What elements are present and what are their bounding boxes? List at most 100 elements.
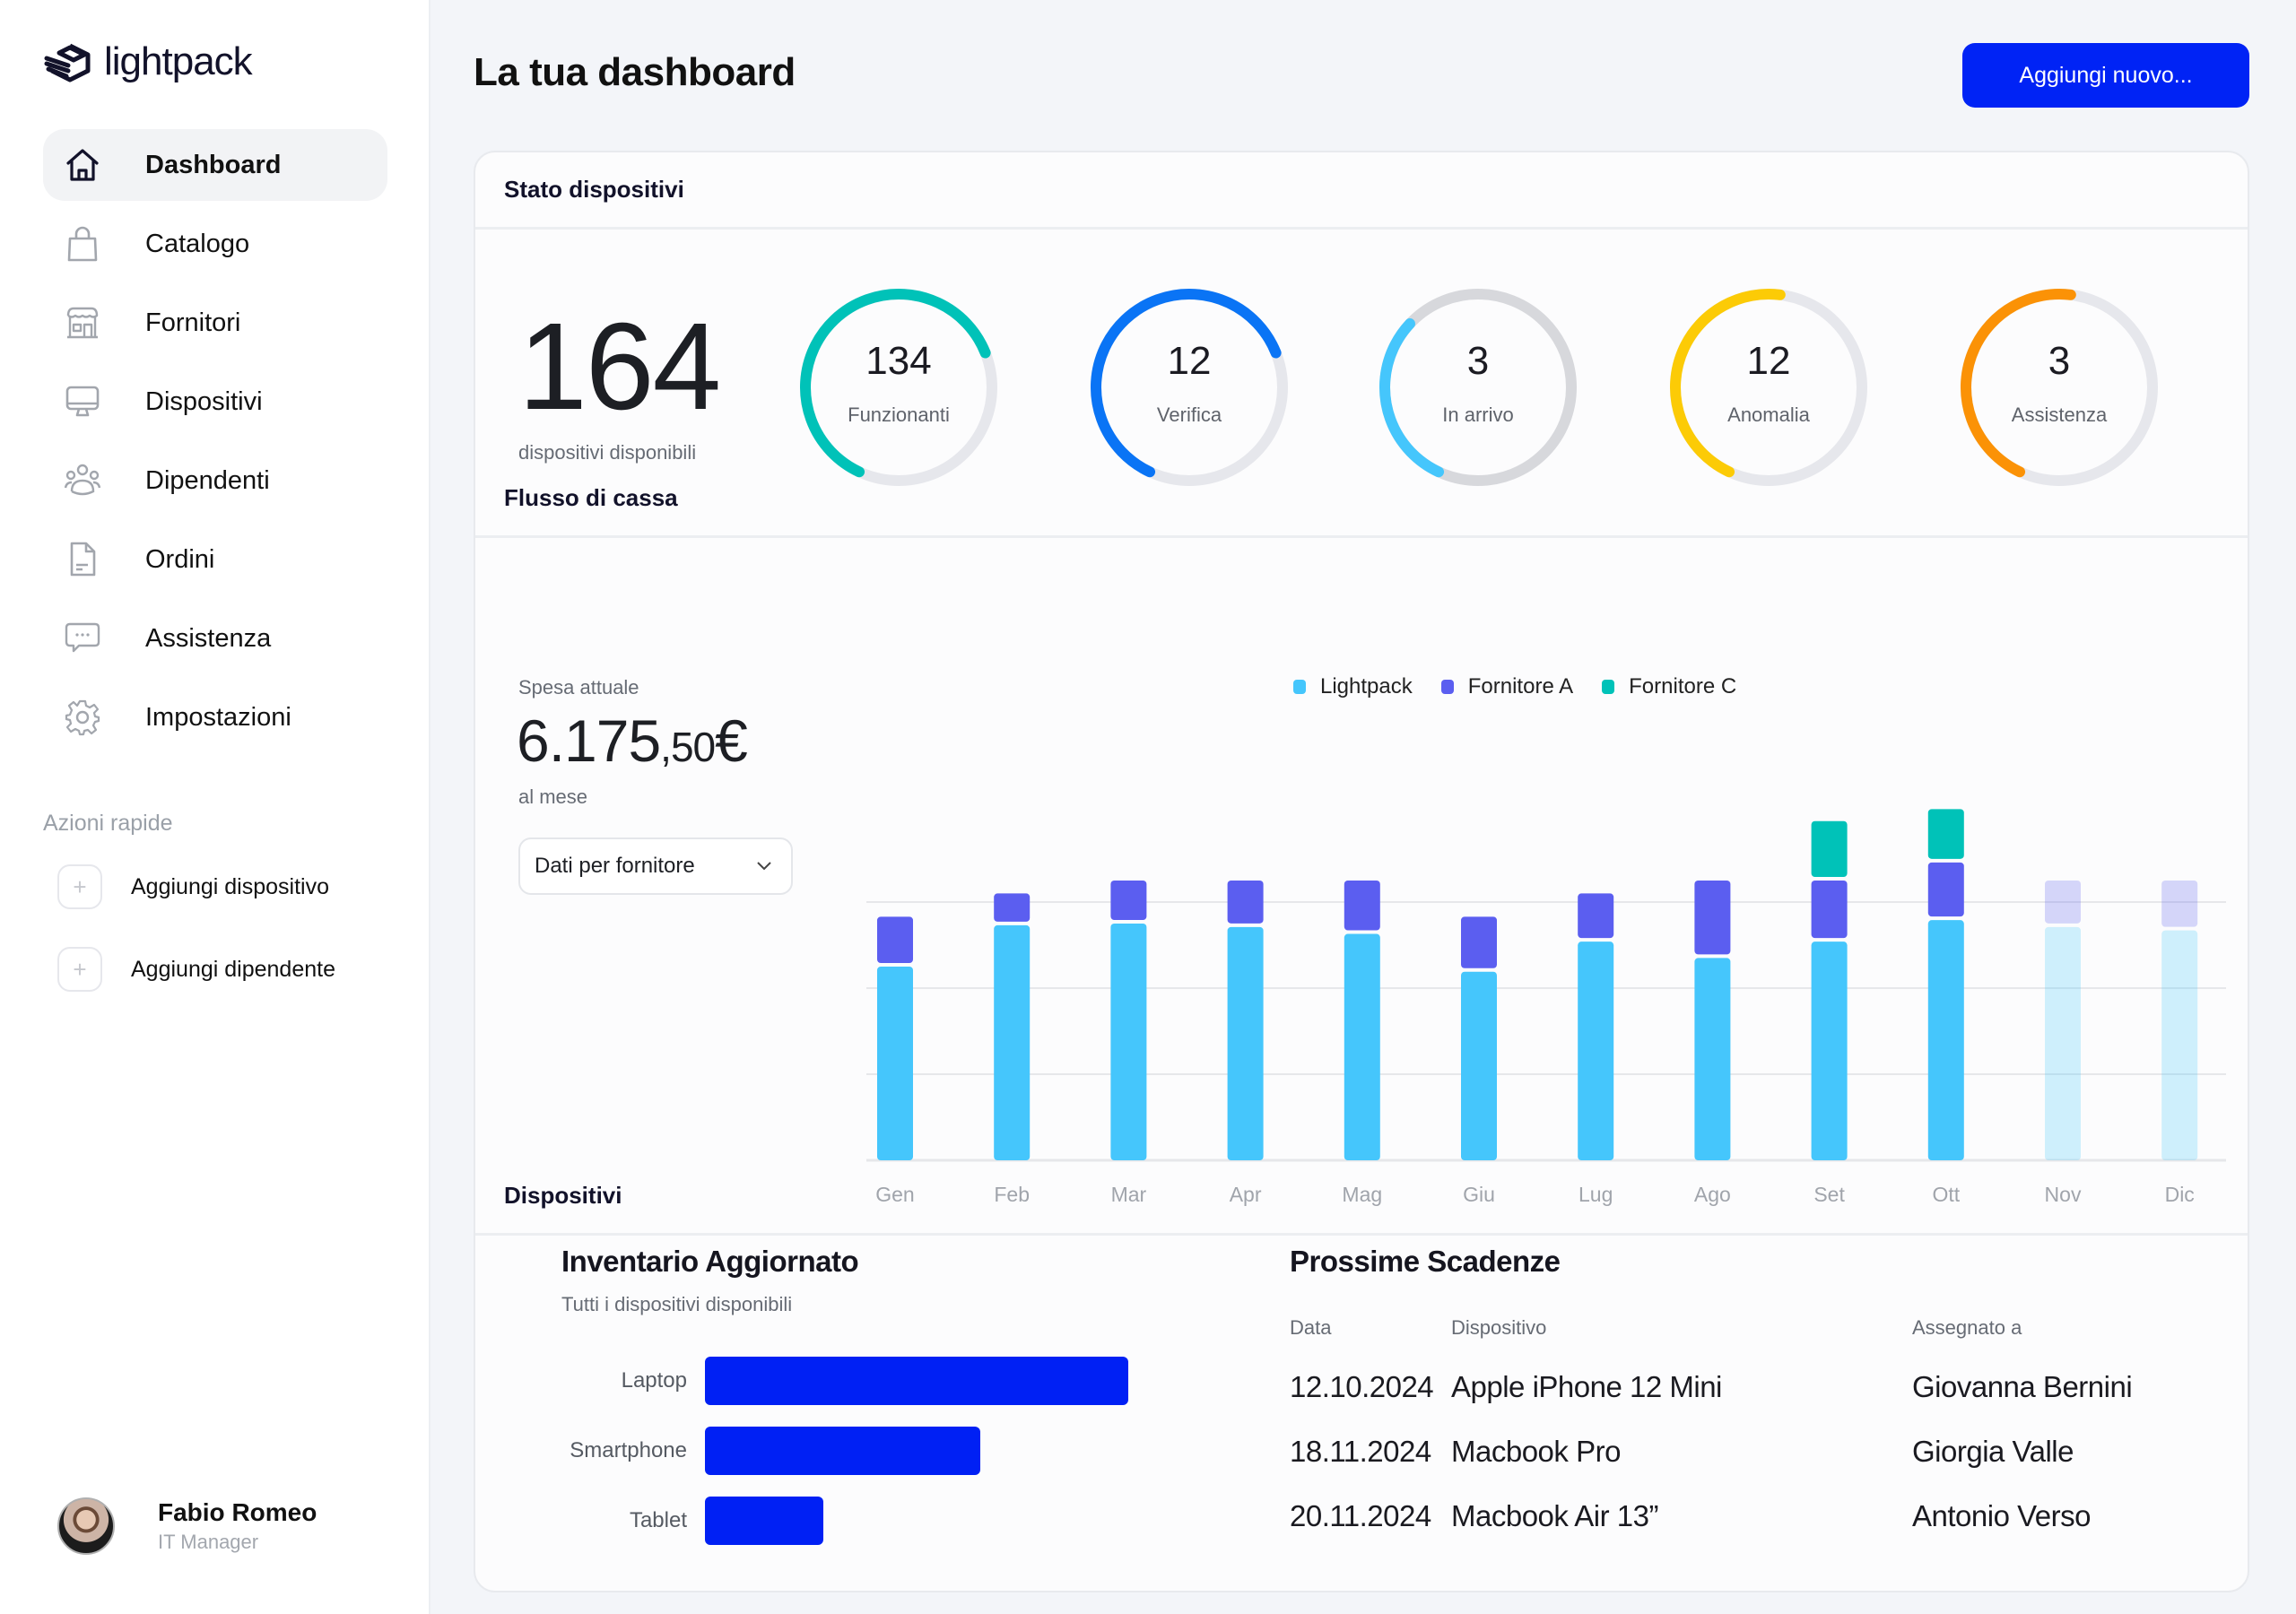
shopping-bag-icon bbox=[61, 222, 104, 265]
plus-icon: + bbox=[57, 947, 102, 992]
gauge-value: 3 bbox=[1466, 339, 1490, 383]
sidebar-item-label: Dipendenti bbox=[145, 465, 270, 495]
quick-actions-title: Azioni rapide bbox=[43, 811, 173, 836]
bar-segment-fornitore-a[interactable] bbox=[994, 893, 1031, 922]
deadline-device: Apple iPhone 12 Mini bbox=[1451, 1370, 1722, 1403]
gauge-label: In arrivo bbox=[1442, 404, 1514, 426]
bar-segment-fornitore-a[interactable] bbox=[1927, 862, 1964, 917]
bar-segment-lightpack[interactable] bbox=[994, 924, 1031, 1160]
spend-period: al mese bbox=[518, 785, 588, 808]
bar-segment-lightpack[interactable] bbox=[2161, 930, 2198, 1160]
bar-segment-lightpack[interactable] bbox=[1927, 920, 1964, 1160]
bar-segment-fornitore-c[interactable] bbox=[1811, 820, 1848, 877]
bar-segment-fornitore-a[interactable] bbox=[2045, 881, 2081, 924]
sidebar-item-label: Fornitori bbox=[145, 308, 241, 337]
bar-segment-lightpack[interactable] bbox=[1110, 924, 1147, 1160]
legend-swatch bbox=[1293, 680, 1306, 694]
deadline-date: 12.10.2024 bbox=[1290, 1370, 1434, 1403]
deadline-assignee: Giovanna Bernini bbox=[1912, 1370, 2133, 1403]
legend-item-lightpack: Lightpack bbox=[1293, 674, 1413, 699]
quick-action-add-employee[interactable]: + Aggiungi dipendente bbox=[57, 947, 398, 992]
sidebar-item-dipendenti[interactable]: Dipendenti bbox=[43, 445, 387, 516]
gauge-value: 12 bbox=[1746, 339, 1791, 383]
page-title: La tua dashboard bbox=[474, 50, 796, 94]
sidebar-item-label: Dispositivi bbox=[145, 386, 263, 416]
sidebar-item-catalogo[interactable]: Catalogo bbox=[43, 208, 387, 280]
inventory-row: Tablet bbox=[511, 1496, 824, 1546]
sidebar-item-label: Ordini bbox=[145, 544, 215, 574]
column-header-date: Data bbox=[1290, 1316, 1332, 1339]
sidebar-item-label: Dashboard bbox=[145, 150, 282, 179]
sidebar-nav: Dashboard Catalogo Fornitori Dispositivi… bbox=[43, 129, 387, 760]
bar-segment-fornitore-a[interactable] bbox=[1811, 881, 1848, 939]
deadlines-title: Prossime Scadenze bbox=[1290, 1245, 1561, 1278]
store-icon bbox=[61, 301, 104, 344]
bar-segment-lightpack[interactable] bbox=[1811, 941, 1848, 1160]
legend-swatch bbox=[1440, 680, 1454, 694]
column-header-assigned: Assegnato a bbox=[1912, 1316, 2022, 1339]
sidebar-item-fornitori[interactable]: Fornitori bbox=[43, 287, 387, 359]
data-view-select[interactable]: Dati per fornitore bbox=[518, 837, 793, 895]
sidebar-item-impostazioni[interactable]: Impostazioni bbox=[43, 681, 387, 753]
spend-currency: € bbox=[715, 707, 748, 774]
bar-segment-fornitore-c[interactable] bbox=[1927, 809, 1964, 859]
inventory-title: Inventario Aggiornato bbox=[561, 1245, 859, 1278]
sidebar-item-label: Assistenza bbox=[145, 623, 272, 653]
bar-segment-lightpack[interactable] bbox=[1578, 941, 1614, 1160]
quick-action-label: Aggiungi dipendente bbox=[131, 956, 335, 982]
gear-icon bbox=[61, 696, 104, 739]
home-icon bbox=[61, 143, 104, 187]
sidebar-item-dispositivi[interactable]: Dispositivi bbox=[43, 366, 387, 438]
sidebar-item-assistenza[interactable]: Assistenza bbox=[43, 603, 387, 674]
inventory-row: Smartphone bbox=[511, 1426, 980, 1476]
bar-segment-fornitore-a[interactable] bbox=[1461, 916, 1497, 968]
gauge-label: Funzionanti bbox=[848, 404, 950, 426]
spend-label: Spesa attuale bbox=[518, 676, 639, 699]
spend-cents: ,50 bbox=[660, 724, 716, 770]
sidebar-item-ordini[interactable]: Ordini bbox=[43, 524, 387, 595]
deadline-date: 20.11.2024 bbox=[1290, 1499, 1431, 1532]
bar-segment-fornitore-a[interactable] bbox=[1110, 881, 1147, 920]
bar-segment-lightpack[interactable] bbox=[1694, 958, 1731, 1160]
bar-segment-lightpack[interactable] bbox=[1344, 933, 1380, 1160]
monitor-icon bbox=[61, 380, 104, 423]
sidebar-item-dashboard[interactable]: Dashboard bbox=[43, 129, 387, 201]
inventory-label: Tablet bbox=[629, 1508, 687, 1532]
dashboard-card: Stato dispositivi 164 dispositivi dispon… bbox=[474, 151, 2249, 1592]
deadline-device: Macbook Air 13” bbox=[1451, 1499, 1658, 1532]
bar-segment-fornitore-a[interactable] bbox=[1694, 881, 1731, 955]
bar-segment-fornitore-a[interactable] bbox=[1578, 893, 1614, 939]
legend-item-fornitore-c: Fornitore C bbox=[1602, 674, 1736, 699]
bar-segment-fornitore-a[interactable] bbox=[877, 916, 913, 963]
inventory-bar[interactable] bbox=[705, 1497, 824, 1545]
bar-segment-lightpack[interactable] bbox=[2045, 926, 2081, 1160]
chart-legend: Lightpack Fornitore A Fornitore C bbox=[1293, 674, 1736, 699]
total-devices-count: 164 bbox=[518, 298, 721, 436]
legend-label: Lightpack bbox=[1320, 674, 1413, 699]
add-new-button[interactable]: Aggiungi nuovo... bbox=[1962, 43, 2249, 108]
spend-value: 6.175,50€ bbox=[517, 707, 748, 775]
gauge-label: Assistenza bbox=[2011, 404, 2108, 426]
bar-segment-lightpack[interactable] bbox=[1227, 926, 1264, 1160]
legend-label: Fornitore A bbox=[1467, 674, 1574, 699]
select-value: Dati per fornitore bbox=[535, 854, 695, 878]
bar-segment-lightpack[interactable] bbox=[1461, 971, 1497, 1160]
bar-segment-fornitore-a[interactable] bbox=[2161, 881, 2198, 927]
inventory-bar[interactable] bbox=[705, 1357, 1128, 1405]
bar-segment-fornitore-a[interactable] bbox=[1227, 881, 1264, 924]
chevron-down-icon bbox=[757, 862, 771, 871]
inventory-bar[interactable] bbox=[705, 1427, 980, 1475]
user-profile[interactable]: Fabio Romeo IT Manager bbox=[57, 1497, 317, 1555]
inventory-row: Laptop bbox=[511, 1356, 1128, 1406]
chat-icon bbox=[61, 617, 104, 660]
avatar bbox=[57, 1497, 115, 1555]
bar-segment-fornitore-a[interactable] bbox=[1344, 881, 1380, 931]
deadline-assignee: Giorgia Valle bbox=[1912, 1435, 2074, 1468]
brand-logo[interactable]: lightpack bbox=[43, 39, 253, 84]
gauge-value: 134 bbox=[865, 339, 932, 383]
bar-segment-lightpack[interactable] bbox=[877, 967, 913, 1160]
user-name: Fabio Romeo bbox=[158, 1498, 317, 1526]
user-role: IT Manager bbox=[158, 1531, 259, 1553]
lightpack-logo-icon bbox=[44, 43, 91, 82]
quick-action-add-device[interactable]: + Aggiungi dispositivo bbox=[57, 864, 398, 909]
